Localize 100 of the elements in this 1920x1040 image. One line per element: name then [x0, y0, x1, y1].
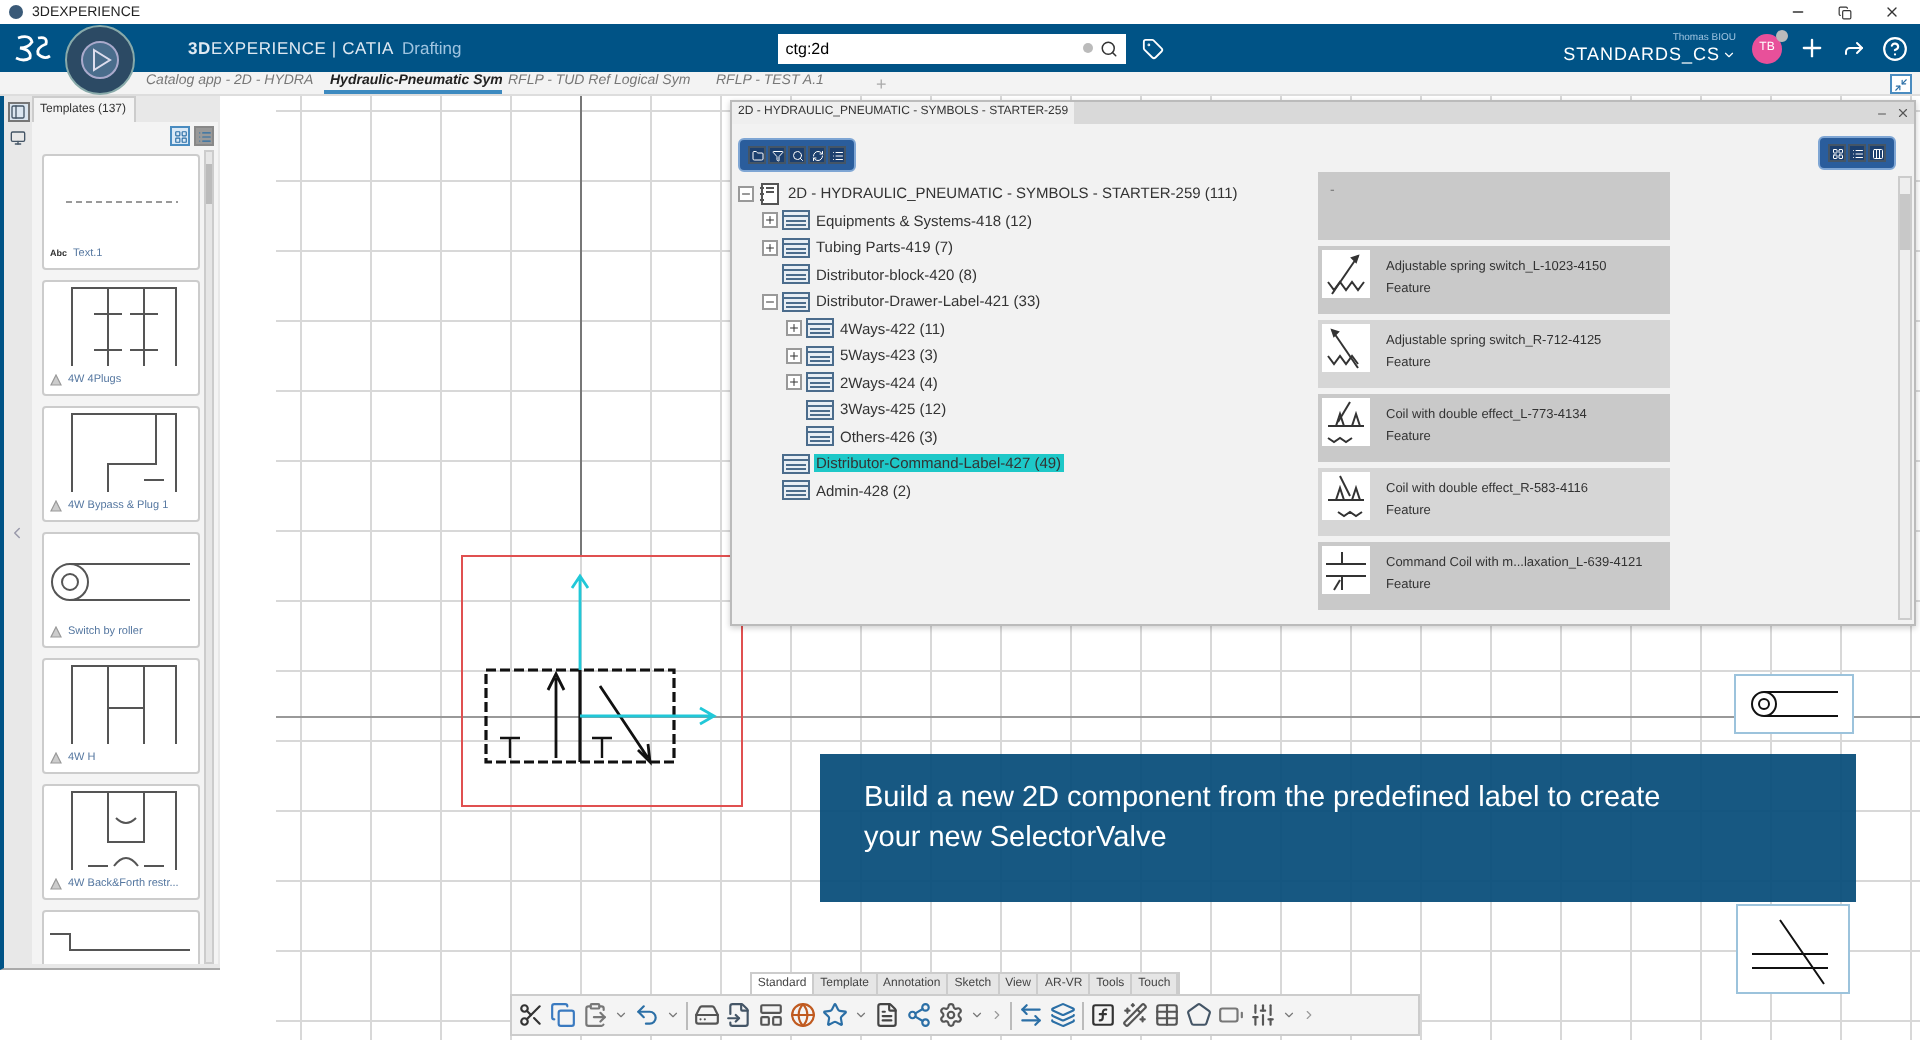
caret-icon — [1722, 47, 1736, 61]
expand-toggle[interactable] — [762, 239, 778, 256]
caret-icon[interactable] — [666, 1008, 680, 1022]
plus-icon — [764, 214, 776, 227]
expand-toggle[interactable] — [786, 374, 802, 391]
layout-icon[interactable] — [758, 1002, 784, 1028]
chapter-icon — [806, 399, 834, 420]
symbol-drawing — [70, 790, 178, 872]
caret-icon[interactable] — [1282, 1008, 1296, 1022]
cylinder-icon[interactable] — [1218, 1002, 1244, 1028]
chapter-icon — [782, 210, 810, 231]
symbol-drawing — [70, 412, 178, 494]
table-icon[interactable] — [1154, 1002, 1180, 1028]
symbol-thumbnail — [1322, 546, 1370, 594]
star-icon[interactable] — [822, 1002, 848, 1028]
symbol-drawing — [50, 562, 192, 602]
document-icon[interactable] — [874, 1002, 900, 1028]
drive-icon[interactable] — [694, 1002, 720, 1028]
chapter-icon — [806, 318, 834, 339]
plus-icon — [788, 322, 800, 335]
document-icon[interactable] — [726, 1002, 752, 1028]
arrows-icon[interactable] — [1018, 1002, 1044, 1028]
symbol-thumbnail — [1322, 398, 1370, 446]
collapse-toggle[interactable] — [738, 185, 754, 202]
filter-button[interactable] — [768, 146, 786, 164]
template-icon — [50, 499, 62, 511]
template-icon — [50, 373, 62, 385]
logo-icon — [12, 32, 52, 64]
chapter-icon — [782, 237, 810, 258]
minus-icon — [740, 187, 752, 200]
search-box[interactable]: ctg:2d — [777, 33, 1126, 63]
copy-icon[interactable] — [550, 1002, 576, 1028]
scrollbar[interactable] — [1898, 176, 1912, 620]
expand-toggle[interactable] — [786, 347, 802, 364]
template-icon — [50, 751, 62, 763]
undo-icon[interactable] — [634, 1002, 660, 1028]
symbol-thumbnail — [1322, 472, 1370, 520]
tip-text: Build a new 2D component from the predefined label to create your new SelectorValve — [864, 780, 1663, 858]
plus-icon — [788, 349, 800, 362]
collab-space-menu[interactable]: STANDARDS_CS — [1563, 44, 1736, 64]
chapter-icon — [806, 426, 834, 447]
symbol-thumbnail — [1322, 250, 1370, 298]
folder-button[interactable] — [748, 146, 766, 164]
globe-icon[interactable] — [790, 1002, 816, 1028]
list-view-button[interactable] — [1848, 144, 1866, 162]
caret-icon[interactable] — [614, 1008, 628, 1022]
search-button[interactable] — [788, 146, 806, 164]
template-icon — [50, 625, 62, 637]
app-icon — [8, 4, 24, 20]
add-button[interactable] — [1798, 34, 1826, 62]
plus-icon — [788, 376, 800, 389]
chapter-icon — [782, 291, 810, 312]
wand-icon[interactable] — [1122, 1002, 1148, 1028]
catalog-icon — [758, 181, 782, 206]
app-subtitle: Drafting — [402, 38, 462, 58]
scissors-icon[interactable] — [518, 1002, 544, 1028]
help-button[interactable] — [1882, 35, 1908, 61]
search-icon[interactable] — [1099, 39, 1118, 57]
chapter-icon — [806, 345, 834, 366]
share-icon[interactable] — [906, 1002, 932, 1028]
roller-symbol — [1734, 674, 1854, 734]
grid-view-button[interactable] — [1828, 144, 1846, 162]
template-icon — [50, 877, 62, 889]
expand-toggle[interactable] — [762, 212, 778, 229]
collapse-toggle[interactable] — [762, 293, 778, 310]
refresh-button[interactable] — [808, 146, 826, 164]
panel-toggle[interactable] — [7, 102, 29, 122]
scrollbar[interactable] — [204, 150, 214, 964]
symbol-drawing — [50, 932, 190, 952]
restore-icon — [1838, 5, 1852, 19]
chapter-icon — [782, 264, 810, 285]
shape-icon[interactable] — [1186, 1002, 1212, 1028]
chapter-icon — [782, 480, 810, 501]
close-icon — [1884, 4, 1900, 20]
tag-icon[interactable] — [1141, 37, 1164, 59]
close-icon — [1896, 106, 1910, 120]
share-button[interactable] — [1842, 36, 1866, 60]
panel-toggle[interactable] — [7, 128, 29, 148]
paste-icon[interactable] — [582, 1002, 608, 1028]
chapter-icon — [782, 453, 810, 474]
minimize-panel-button[interactable] — [1890, 74, 1912, 94]
columns-view-button[interactable] — [1868, 144, 1886, 162]
plus-icon — [764, 241, 776, 254]
expand-toggle[interactable] — [786, 320, 802, 337]
dashed-line-drawing — [66, 200, 178, 204]
layers-icon[interactable] — [1050, 1002, 1076, 1028]
function-icon[interactable] — [1090, 1002, 1116, 1028]
caret-icon[interactable] — [854, 1008, 868, 1022]
list-button[interactable] — [828, 146, 846, 164]
minimize-icon — [1876, 107, 1888, 119]
sliders-icon[interactable] — [1250, 1002, 1276, 1028]
app-title: 3DEXPERIENCE | CATIA — [188, 38, 394, 58]
caret-icon[interactable] — [970, 1008, 984, 1022]
minus-icon — [764, 295, 776, 308]
chapter-icon — [806, 372, 834, 393]
symbol-drawing — [70, 286, 178, 368]
switch-symbol — [1736, 904, 1850, 994]
symbol-thumbnail — [1322, 324, 1370, 372]
gear-icon[interactable] — [938, 1002, 964, 1028]
symbol-drawing — [70, 664, 178, 746]
